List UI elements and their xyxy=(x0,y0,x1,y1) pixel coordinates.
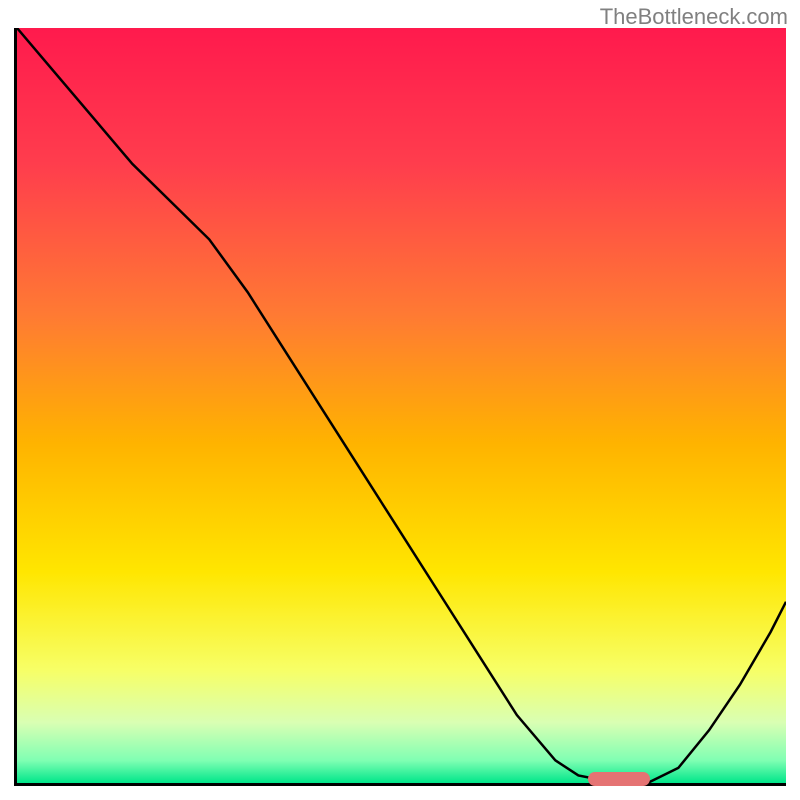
chart-curve xyxy=(17,28,786,783)
watermark-text: TheBottleneck.com xyxy=(600,4,788,30)
chart-plot-area xyxy=(14,28,786,786)
optimal-range-marker xyxy=(588,772,650,786)
